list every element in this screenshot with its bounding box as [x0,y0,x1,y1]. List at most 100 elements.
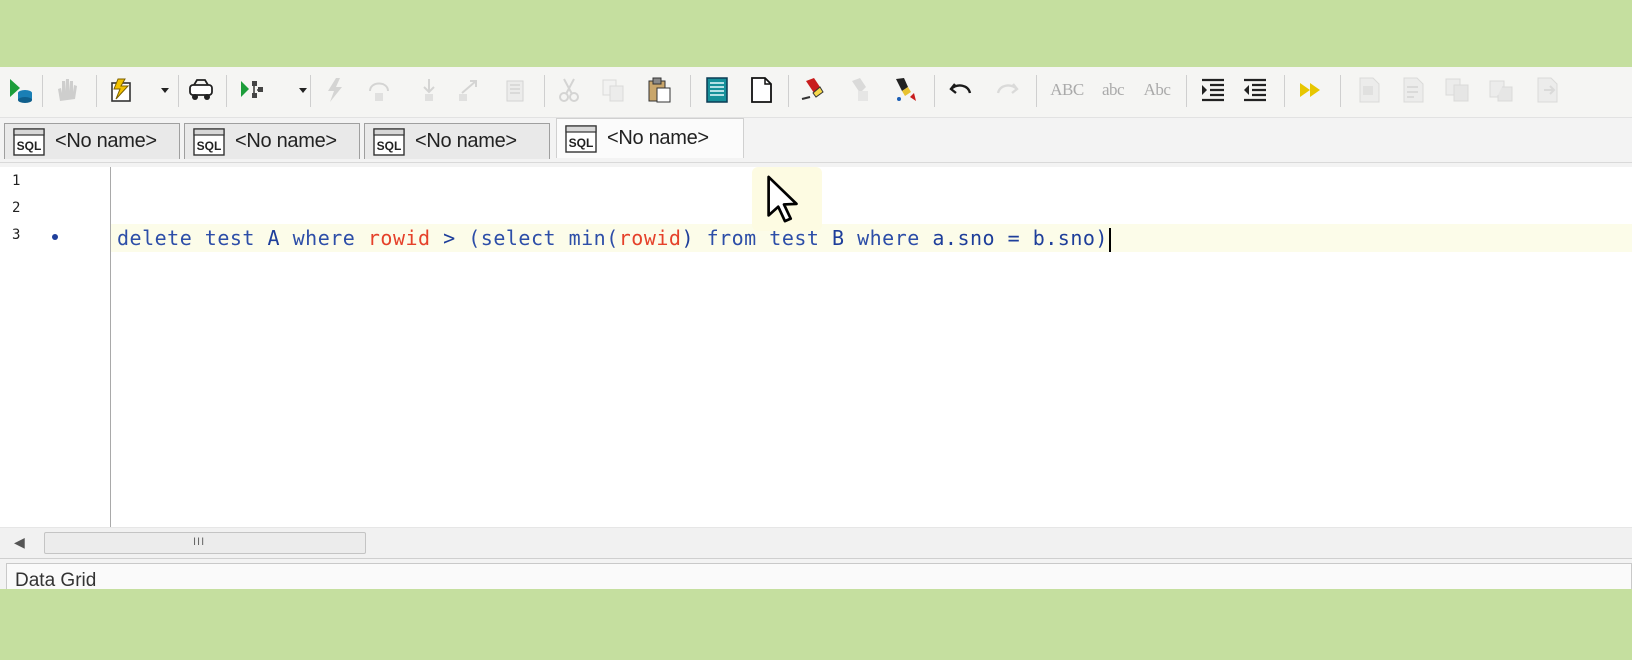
editor-tab[interactable]: SQL <No name> [556,118,744,158]
step-lightning-button[interactable] [318,73,352,107]
line-marker-icon [52,234,58,240]
svg-text:SQL: SQL [17,139,42,153]
toolbar-separator [1186,75,1187,107]
toolbar-separator [42,75,43,107]
unindent-button[interactable] [1238,73,1272,107]
undo-button[interactable] [944,73,978,107]
code-token: a.sno [932,226,996,250]
step-over-icon [369,82,389,101]
sql-editor-window: ABC abc Abc SQL <No name> SQL <No name> SQL <No… [0,67,1632,589]
debugger-icon [241,81,263,98]
clear-highlight-icon [852,78,868,101]
tab-label: <No name> [235,130,337,152]
debugger-button[interactable] [236,73,270,107]
stop-hand-button[interactable] [50,73,84,107]
sql-file-icon: SQL [565,124,597,153]
format-button[interactable] [1440,73,1474,107]
cut-button[interactable] [552,73,586,107]
uncomment-button[interactable] [1396,73,1430,107]
execute-icon [10,79,32,103]
line-number-gutter: 1 2 3 [0,167,111,527]
copy-block-button[interactable] [1484,73,1518,107]
toolbar-separator [544,75,545,107]
scrollbar-grip: III [193,536,206,548]
comment-button[interactable] [1352,73,1386,107]
sql-code-line[interactable]: delete test A where rowid > (select min(… [117,224,1111,252]
horizontal-scrollbar[interactable]: ◀ III [0,527,1632,558]
uppercase-button[interactable]: ABC [1050,73,1084,107]
tab-label: <No name> [415,130,517,152]
bottom-panel: Data Grid [0,558,1632,589]
stop-hand-icon [58,79,77,101]
toolbar-separator [934,75,935,107]
paste-button[interactable] [642,73,676,107]
uncomment-icon [1403,77,1424,103]
dropdown-arrow-icon[interactable] [160,85,170,95]
run-to-cursor-button[interactable] [498,73,532,107]
editor-tab[interactable]: SQL <No name> [364,123,550,159]
code-token: rowid [618,226,682,250]
next-bookmark-icon [1300,83,1320,97]
export-button[interactable] [1530,73,1564,107]
execute-button[interactable] [4,73,38,107]
step-out-button[interactable] [452,73,486,107]
new-document-button[interactable] [744,73,778,107]
indent-button[interactable] [1196,73,1230,107]
svg-text:SQL: SQL [197,139,222,153]
code-token: where [857,226,920,250]
sql-file-icon: SQL [193,127,225,156]
lowercase-button[interactable]: abc [1096,73,1130,107]
mouse-pointer-icon [767,175,798,223]
lowercase-icon: abc [1101,80,1125,99]
code-token: where [292,226,356,250]
run-to-cursor-icon [506,80,524,102]
editor-tab-bar: SQL <No name> SQL <No name> SQL <No name> SQL <… [0,118,1632,163]
find-replace-icon [896,78,916,101]
initcap-button[interactable]: Abc [1140,73,1174,107]
scrollbar-thumb[interactable]: III [44,532,366,554]
copy-button[interactable] [596,73,630,107]
toolbar-separator [310,75,311,107]
code-token: b.sno) [1032,226,1108,250]
scroll-left-arrow-icon[interactable]: ◀ [14,534,30,550]
editor-tab[interactable]: SQL <No name> [4,123,180,159]
dropdown-arrow-icon[interactable] [298,85,308,95]
explain-plan-button[interactable] [104,73,138,107]
line-number: 1 [12,173,21,189]
code-token: > [443,226,456,250]
editor-tab[interactable]: SQL <No name> [184,123,360,159]
indent-icon [1202,78,1224,102]
data-grid-panel[interactable]: Data Grid [6,563,1632,589]
format-icon [1445,78,1469,102]
code-token: delete [117,226,193,250]
step-over-button[interactable] [362,73,396,107]
explain-plan-icon [111,78,131,102]
clear-highlight-button[interactable] [842,73,876,107]
autotrace-button[interactable] [184,73,218,107]
step-into-button[interactable] [412,73,446,107]
cut-icon [559,78,579,102]
highlight-button[interactable] [796,73,830,107]
export-icon [1537,77,1558,103]
comment-icon [1359,77,1380,103]
undo-icon [949,83,972,94]
next-bookmark-button[interactable] [1294,73,1328,107]
svg-text:SQL: SQL [377,139,402,153]
code-token: test [204,226,255,250]
sql-file-icon: SQL [13,127,45,156]
step-lightning-icon [328,78,342,102]
save-document-button[interactable] [700,73,734,107]
toolbar-separator [690,75,691,107]
code-token: ) [681,226,695,250]
find-replace-button[interactable] [888,73,922,107]
redo-button[interactable] [990,73,1024,107]
